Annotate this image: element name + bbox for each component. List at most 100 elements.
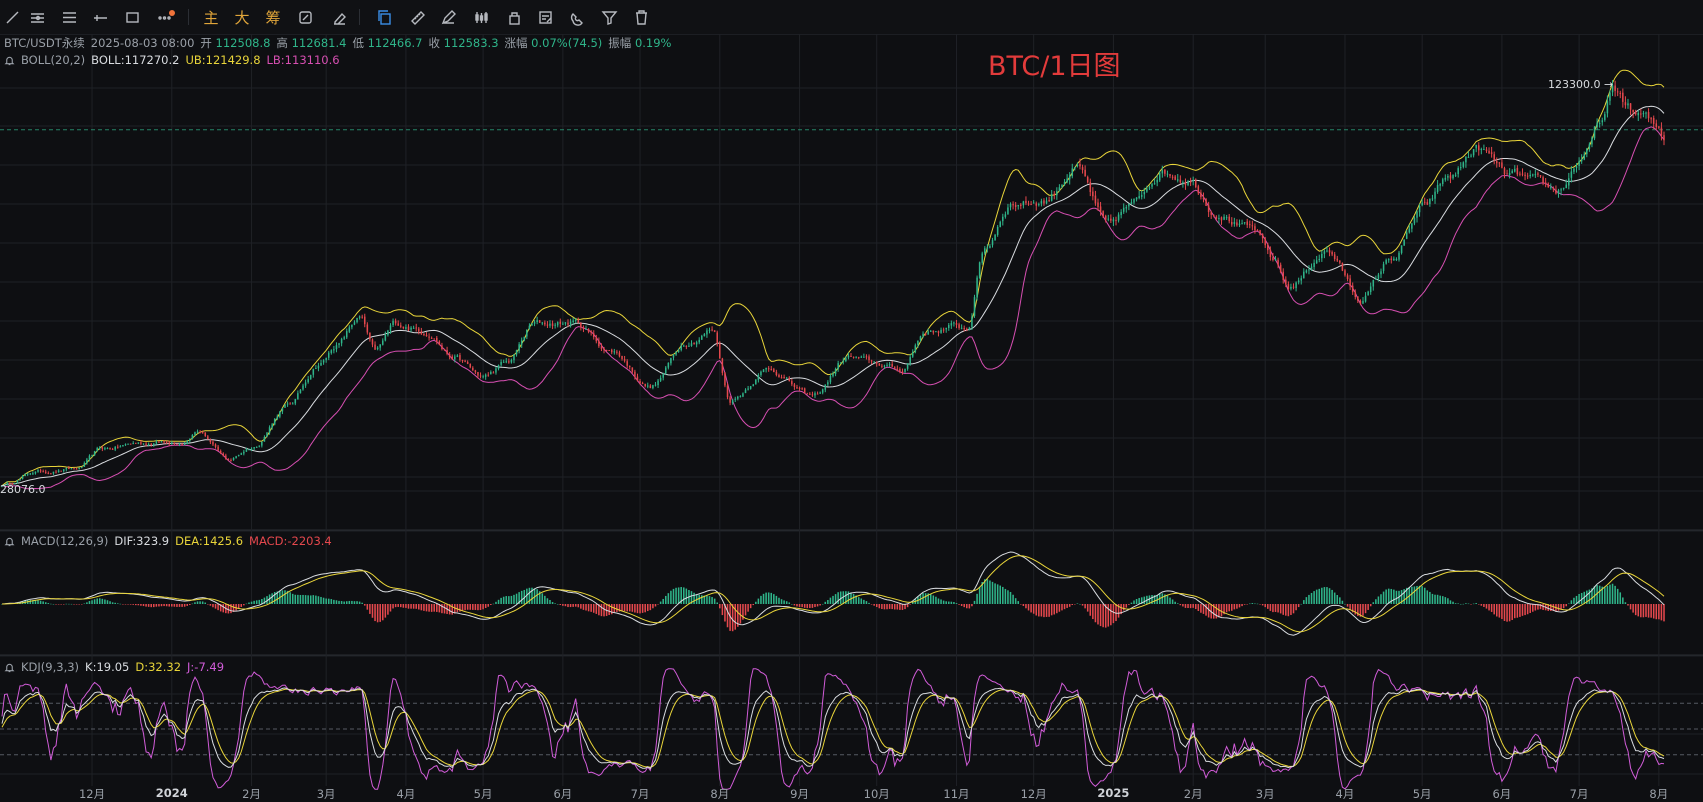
candle-body: [1609, 92, 1611, 101]
candle: [976, 275, 978, 301]
edit-list-tool-button[interactable]: [533, 6, 557, 28]
candle-body: [1050, 194, 1053, 201]
toolbar-text-button-2[interactable]: 筹: [261, 6, 285, 28]
more-tool-button[interactable]: [152, 6, 176, 28]
trend-line-tool-button[interactable]: [0, 6, 24, 28]
bell-icon[interactable]: [4, 55, 15, 66]
boll-name[interactable]: BOLL(20,2): [21, 53, 85, 67]
candle: [1231, 217, 1233, 227]
candle-body: [345, 331, 348, 338]
candle: [1290, 283, 1292, 291]
candle-body: [757, 375, 760, 380]
copy-tool-button[interactable]: [372, 6, 396, 28]
kdj-name[interactable]: KDJ(9,3,3): [21, 660, 79, 674]
candle: [1251, 220, 1254, 231]
candles-tool-button[interactable]: [469, 6, 493, 28]
candle-body: [1452, 174, 1454, 179]
eraser-tool-button[interactable]: [327, 6, 351, 28]
macd-histogram-bar: [767, 592, 770, 604]
macd-histogram-bar: [307, 595, 309, 604]
macd-histogram-bar: [1652, 604, 1655, 619]
candle: [1254, 223, 1256, 234]
candle-body: [1017, 204, 1020, 207]
candle: [1321, 250, 1323, 262]
macd-histogram-bar: [492, 603, 495, 605]
candle: [1089, 178, 1092, 197]
candle-body: [451, 356, 454, 360]
candle-body: [1359, 300, 1362, 304]
candle-body: [1655, 123, 1658, 128]
macd-name[interactable]: MACD(12,26,9): [21, 534, 108, 548]
toolbar-text-button-0[interactable]: 主: [199, 6, 223, 28]
candle-body: [358, 316, 361, 318]
candle-body: [1375, 278, 1377, 280]
trash-tool-button[interactable]: [629, 6, 653, 28]
candle-body: [713, 330, 716, 332]
macd-histogram-bar: [1393, 589, 1395, 604]
macd-histogram-bar: [366, 604, 369, 610]
candle-body: [62, 469, 65, 472]
macd-histogram-bar: [171, 604, 173, 607]
macd-histogram-bar: [1014, 598, 1017, 604]
bell-icon[interactable]: [4, 662, 15, 673]
macd-histogram-bar: [536, 589, 538, 604]
candle: [1228, 213, 1230, 224]
candle-body: [477, 372, 479, 376]
macd-histogram-bar: [294, 594, 297, 604]
candle-body: [312, 369, 315, 375]
macd-histogram-bar: [410, 604, 412, 609]
candle-body: [968, 327, 971, 330]
macd-histogram-bar: [1418, 585, 1421, 604]
macd-histogram-bar: [1050, 604, 1053, 616]
macd-histogram-bar: [827, 600, 829, 604]
macd-histogram-bar: [299, 594, 302, 604]
candle-body: [24, 474, 26, 476]
macd-histogram-bar: [1110, 604, 1112, 626]
macd-histogram-bar: [1012, 594, 1014, 604]
candle: [1382, 261, 1385, 274]
candle-body: [299, 389, 302, 394]
lock-tool-button[interactable]: [502, 6, 526, 28]
candle: [1369, 282, 1372, 295]
filter-tool-button[interactable]: [597, 6, 621, 28]
rectangle-tool-button[interactable]: [120, 6, 144, 28]
candle-body: [273, 418, 276, 425]
macd-histogram-bar: [327, 598, 330, 604]
toolbar-text-button-1[interactable]: 大: [230, 6, 254, 28]
candle-body: [1220, 217, 1223, 221]
candle-body: [981, 253, 983, 263]
candle-body: [935, 331, 937, 333]
candle: [1526, 172, 1529, 180]
candle-body: [531, 323, 533, 326]
candle-body: [1295, 282, 1297, 289]
macd-histogram-bar: [1133, 600, 1135, 604]
refresh-tool-button[interactable]: [293, 6, 317, 28]
segment-tool-button[interactable]: [88, 6, 112, 28]
candle: [225, 453, 227, 460]
candle: [402, 326, 405, 330]
kdj-legend: KDJ(9,3,3) K:19.05 D:32.32 J:-7.49: [4, 659, 224, 675]
candle-body: [744, 389, 747, 394]
magnet-tool-button[interactable]: [565, 6, 589, 28]
candle-body: [1488, 150, 1490, 154]
ruler-tool-button[interactable]: [405, 6, 429, 28]
macd-histogram-bar: [505, 596, 508, 604]
candle-body: [1089, 182, 1092, 193]
parallel-lines-tool-button[interactable]: [25, 6, 49, 28]
macd-histogram-bar: [935, 596, 937, 604]
macd-histogram-bar: [245, 603, 248, 605]
candle-body: [448, 354, 451, 358]
candle-body: [19, 478, 21, 481]
bell-icon[interactable]: [4, 536, 15, 547]
candle: [106, 447, 109, 450]
candle: [315, 365, 317, 370]
candle: [1470, 153, 1472, 158]
chart-canvas[interactable]: [0, 34, 1703, 801]
macd-histogram-bar: [896, 604, 899, 610]
horizontal-lines-tool-button[interactable]: [57, 6, 81, 28]
candle-body: [896, 368, 899, 370]
candle: [1233, 217, 1236, 227]
candle-body: [644, 384, 646, 387]
pen-tool-button[interactable]: [436, 6, 460, 28]
candle: [1243, 222, 1246, 225]
